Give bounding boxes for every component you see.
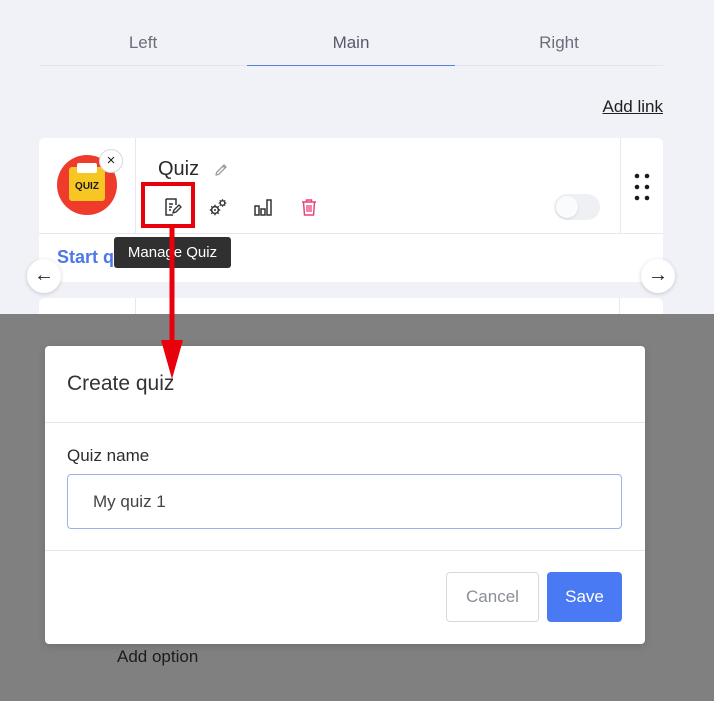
dialog-title: Create quiz: [67, 372, 175, 395]
quiz-logo-text: QUIZ: [75, 181, 99, 192]
tab-left[interactable]: Left: [39, 20, 247, 65]
save-button[interactable]: Save: [547, 572, 622, 622]
quiz-doc-icon: QUIZ: [69, 163, 105, 201]
next-arrow-button[interactable]: →: [641, 259, 675, 293]
tab-main[interactable]: Main: [247, 20, 455, 66]
cancel-button[interactable]: Cancel: [446, 572, 539, 622]
dialog-footer-divider: [45, 550, 645, 551]
annotation-highlight-box: [141, 182, 195, 228]
delete-trash-icon[interactable]: [298, 196, 320, 218]
drag-column: [620, 138, 663, 234]
bar-chart-icon[interactable]: [252, 196, 274, 218]
quiz-name-input[interactable]: [67, 474, 622, 529]
remove-image-button[interactable]: ×: [99, 149, 123, 173]
tab-right[interactable]: Right: [455, 20, 663, 65]
block-visibility-toggle[interactable]: [554, 194, 600, 220]
tab-bar: Left Main Right: [39, 20, 663, 66]
add-option-link: Add option: [117, 647, 199, 666]
settings-gears-icon[interactable]: [207, 196, 229, 218]
create-quiz-dialog: Create quiz Quiz name Cancel Save: [45, 346, 645, 644]
card-thumbnail-column: QUIZ ×: [39, 138, 136, 234]
manage-quiz-tooltip: Manage Quiz: [114, 237, 231, 268]
edit-title-icon[interactable]: [213, 162, 229, 178]
previous-arrow-button[interactable]: ←: [27, 259, 61, 293]
block-title: Quiz: [158, 158, 200, 180]
card-header: QUIZ × Quiz: [39, 138, 663, 234]
drag-handle-icon[interactable]: [634, 173, 650, 201]
start-quiz-link[interactable]: Start q: [57, 247, 114, 268]
add-link-button[interactable]: Add link: [603, 97, 663, 117]
quiz-name-label: Quiz name: [67, 446, 150, 465]
